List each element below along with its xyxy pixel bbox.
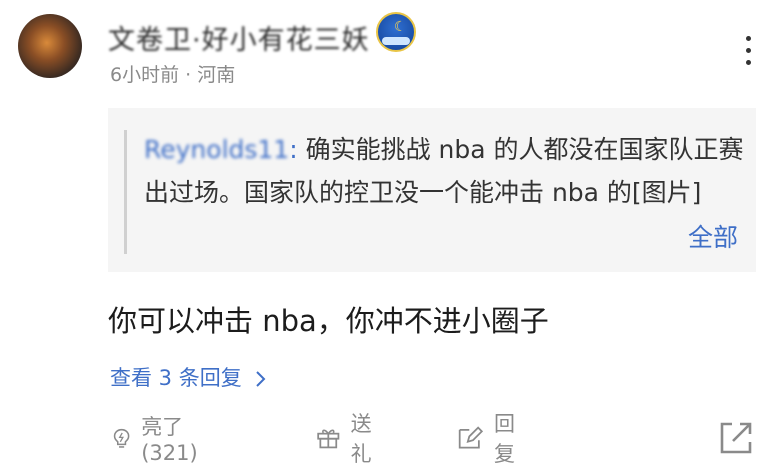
user-badge-icon: ☾ <box>376 12 416 52</box>
comment-body: 你可以冲击 nba，你冲不进小圈子 <box>108 304 549 338</box>
view-replies-label: 查看 3 条回复 <box>110 366 242 390</box>
like-button[interactable]: 亮了 (321) <box>112 415 208 465</box>
quote-author[interactable]: Reynolds11: <box>144 135 306 164</box>
share-icon[interactable] <box>718 420 754 456</box>
reply-button[interactable]: 回复 <box>456 412 525 466</box>
comment-time: 6小时前 <box>110 64 180 86</box>
reply-label: 回复 <box>494 412 516 466</box>
view-replies-link[interactable]: 查看 3 条回复 <box>110 362 268 392</box>
expand-quote-link[interactable]: 全部 <box>688 218 738 254</box>
meta-separator: · <box>179 64 198 86</box>
comment-meta: 6小时前 · 河南 <box>110 60 235 87</box>
edit-reply-icon <box>458 426 484 449</box>
like-label: 亮了 (321) <box>141 415 198 465</box>
comment-location: 河南 <box>197 64 236 86</box>
user-avatar[interactable] <box>18 14 82 78</box>
chevron-right-icon <box>256 371 266 387</box>
more-vertical-icon[interactable] <box>744 36 754 70</box>
gift-icon <box>317 429 340 449</box>
lightbulb-icon <box>113 428 130 448</box>
gift-label: 送礼 <box>350 412 372 466</box>
quote-bar <box>124 130 127 254</box>
quote-text-block: Reynolds11: 确实能挑战 nba 的人都没在国家队正赛出过场。国家队的… <box>144 128 744 214</box>
gift-button[interactable]: 送礼 <box>316 412 381 466</box>
quoted-comment[interactable]: Reynolds11: 确实能挑战 nba 的人都没在国家队正赛出过场。国家队的… <box>108 108 756 272</box>
username[interactable]: 文卷卫·好小有花三妖 <box>108 18 370 57</box>
